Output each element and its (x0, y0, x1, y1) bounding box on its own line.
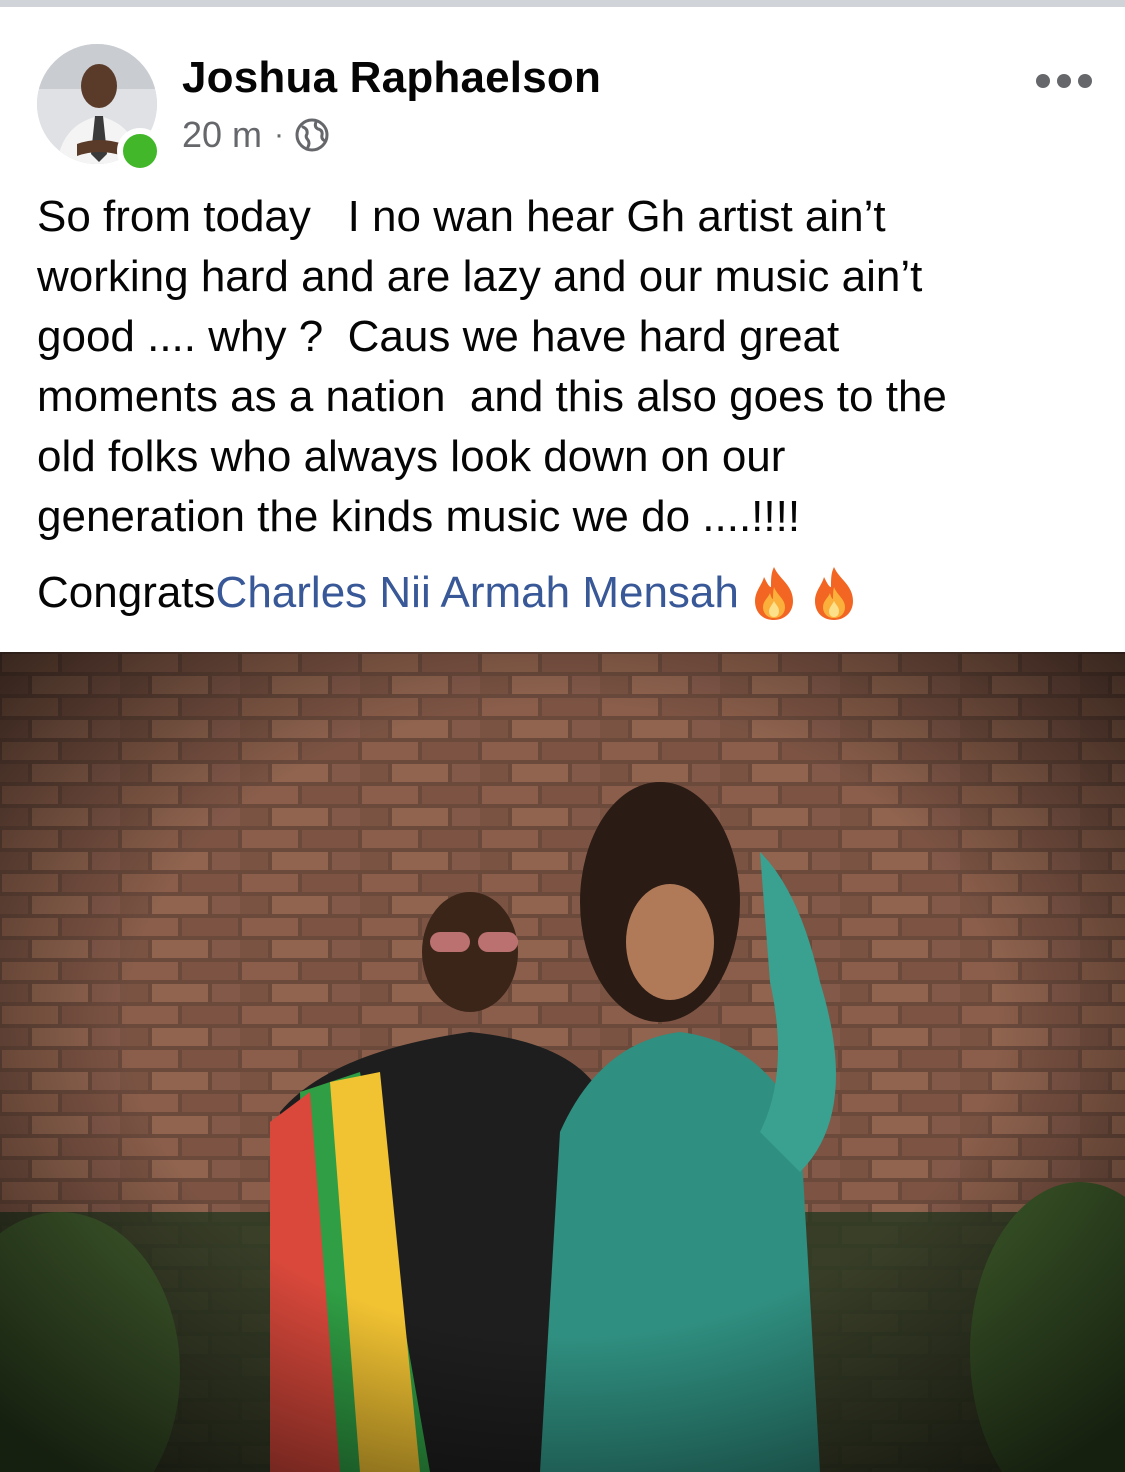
more-dot (1036, 74, 1050, 88)
congrats-prefix: Congrats (37, 568, 216, 617)
congrats-line: Congrats Charles Nii Armah Mensah (37, 563, 859, 623)
post-timestamp[interactable]: 20 m (182, 114, 262, 156)
post-text: So from today I no wan hear Gh artist ai… (37, 192, 947, 541)
more-options-icon[interactable] (1036, 69, 1092, 93)
fire-icon (814, 567, 853, 620)
fire-icon (754, 567, 793, 620)
top-divider (0, 0, 1125, 7)
globe-icon[interactable] (294, 117, 330, 153)
post-photo[interactable] (0, 652, 1125, 1472)
online-status-dot (117, 128, 163, 174)
feed-post: Joshua Raphaelson 20 m · So from today I… (0, 7, 1125, 1472)
mention-link[interactable]: Charles Nii Armah Mensah (216, 563, 739, 623)
meta-separator: · (274, 118, 285, 151)
author-avatar[interactable] (37, 44, 163, 174)
more-dot (1078, 74, 1092, 88)
photo-image (0, 652, 1125, 1472)
more-dot (1057, 74, 1071, 88)
author-name[interactable]: Joshua Raphaelson (182, 53, 601, 103)
post-meta: 20 m · (182, 114, 330, 156)
